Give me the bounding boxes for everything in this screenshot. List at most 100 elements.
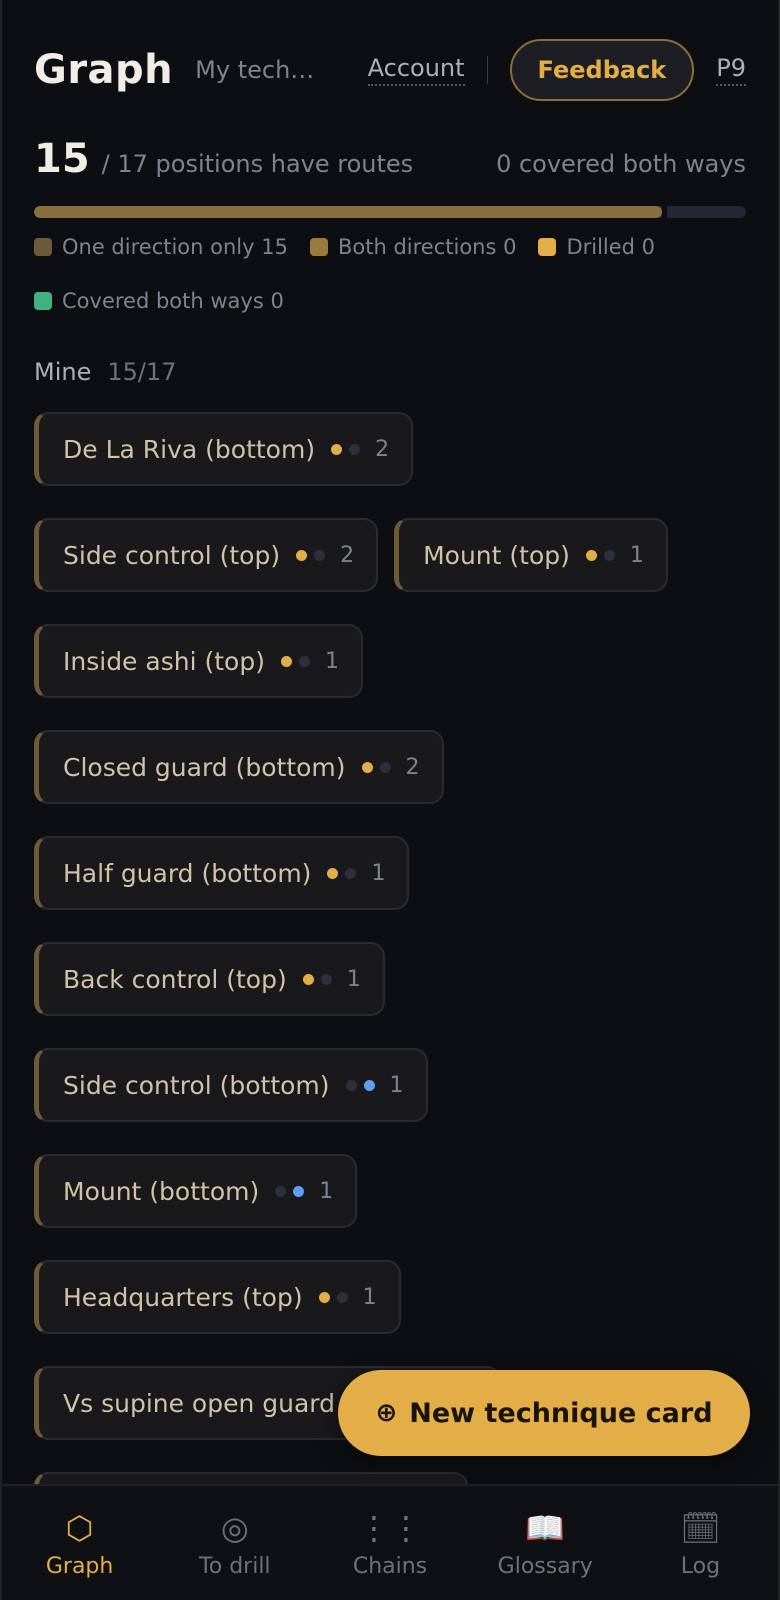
direction-dot-reverse xyxy=(293,1185,305,1197)
direction-dot-empty xyxy=(298,655,310,667)
direction-dots xyxy=(275,1185,311,1197)
section-count: 15/17 xyxy=(107,358,177,386)
route-count: 1 xyxy=(362,1284,377,1310)
legend-item: Covered both ways 0 xyxy=(34,286,284,316)
page-subtitle: My tech… xyxy=(195,56,315,84)
direction-dot-empty xyxy=(603,549,615,561)
position-chip[interactable]: Half guard (bottom) 1 xyxy=(34,836,410,910)
route-count: 1 xyxy=(319,1178,334,1204)
bottom-nav: ⬡ Graph ◎ To drill ⋮⋮ Chains 📖 Glossary 🗓 Log xyxy=(2,1484,778,1600)
route-count: 1 xyxy=(629,542,644,568)
new-technique-card-button[interactable]: ⊕ New technique card xyxy=(338,1370,750,1456)
progress-fill xyxy=(34,206,662,218)
legend-item: Both directions 0 xyxy=(309,232,517,262)
direction-dot-empty xyxy=(314,549,326,561)
position-chip-label: Back control (top) xyxy=(63,964,287,994)
direction-dots xyxy=(585,549,622,561)
nav-item-log[interactable]: 🗓 Log xyxy=(623,1486,778,1600)
legend: One direction only 15 Both directions 0 Dr… xyxy=(34,232,746,316)
route-count: 2 xyxy=(405,754,420,780)
fab-label: New technique card xyxy=(409,1397,713,1429)
coverage-stats: 15 / 17 positions have routes 0 covered … xyxy=(34,136,746,184)
coverage-progress-bar xyxy=(34,206,746,218)
legend-label: Drilled 0 xyxy=(566,235,656,259)
route-count: 1 xyxy=(371,860,386,886)
nav-item-to-drill[interactable]: ◎ To drill xyxy=(157,1486,312,1600)
nav-label: Chains xyxy=(352,1553,428,1579)
direction-dot-empty xyxy=(345,867,357,879)
position-chip-label: Side control (bottom) xyxy=(63,1070,330,1100)
position-chip[interactable]: Mount (top) 1 xyxy=(394,518,668,592)
direction-dot-empty xyxy=(336,1291,348,1303)
legend-label: Both directions 0 xyxy=(337,235,517,259)
direction-dot-forward xyxy=(280,655,292,667)
section-name: Mine xyxy=(34,358,92,386)
nav-label: Graph xyxy=(45,1553,114,1579)
nav-label: Log xyxy=(680,1553,721,1579)
route-count: 1 xyxy=(389,1072,404,1098)
route-count: 2 xyxy=(375,436,390,462)
position-chip-label: Inside ashi (top) xyxy=(63,646,265,676)
direction-dot-forward xyxy=(361,761,373,773)
direction-dots xyxy=(345,1079,382,1091)
direction-dot-forward xyxy=(296,549,308,561)
position-chip[interactable]: Side control (top) 2 xyxy=(34,518,379,592)
progress-gap xyxy=(661,206,667,218)
position-chip[interactable]: Closed guard (bottom) 2 xyxy=(34,730,444,804)
chains-icon: ⋮⋮ xyxy=(358,1508,422,1547)
direction-dots xyxy=(318,1291,355,1303)
direction-dot-forward xyxy=(327,867,339,879)
legend-item: One direction only 15 xyxy=(34,232,288,262)
position-chip-label: Headquarters (top) xyxy=(63,1282,303,1312)
position-chip[interactable]: Inside ashi (top) 1 xyxy=(34,624,363,698)
legend-swatch xyxy=(309,238,328,256)
hexagon-icon: ⬡ xyxy=(65,1508,94,1547)
direction-dot-empty xyxy=(349,443,361,455)
legend-label: One direction only 15 xyxy=(62,235,288,259)
direction-dots xyxy=(302,973,339,985)
profile-link[interactable]: P9 xyxy=(716,54,746,86)
direction-dot-forward xyxy=(585,549,597,561)
legend-swatch xyxy=(34,292,52,310)
book-icon: 📖 xyxy=(525,1508,566,1547)
route-count: 1 xyxy=(324,648,339,674)
direction-dot-forward xyxy=(302,973,314,985)
direction-dots xyxy=(280,655,317,667)
header-divider xyxy=(486,56,488,84)
direction-dot-forward xyxy=(331,443,343,455)
position-chip[interactable]: Headquarters (top) 1 xyxy=(34,1260,401,1334)
routes-count: 15 xyxy=(34,136,90,182)
route-count: 2 xyxy=(340,542,355,568)
account-link[interactable]: Account xyxy=(367,54,465,86)
nav-item-graph[interactable]: ⬡ Graph xyxy=(2,1486,157,1600)
legend-item: Drilled 0 xyxy=(538,232,655,262)
legend-swatch xyxy=(538,238,557,256)
header: Graph My tech… Account Feedback P9 xyxy=(34,39,746,101)
position-chip-label: Half guard (bottom) xyxy=(63,858,312,888)
direction-dots xyxy=(296,549,332,561)
section-header-mine: Mine 15/17 xyxy=(34,358,177,386)
position-chip[interactable]: Back control (top) 1 xyxy=(34,942,385,1016)
calendar-icon: 🗓 xyxy=(680,1508,721,1547)
position-chip-label: Closed guard (bottom) xyxy=(63,752,346,782)
direction-dot-forward xyxy=(318,1291,330,1303)
legend-swatch xyxy=(34,238,52,256)
target-icon: ◎ xyxy=(220,1508,249,1547)
position-chip[interactable]: Mount (bottom) 1 xyxy=(34,1154,358,1228)
position-chip-label: Side control (top) xyxy=(63,540,281,570)
feedback-button[interactable]: Feedback xyxy=(509,39,695,101)
routes-total-text: / 17 positions have routes xyxy=(101,150,414,178)
direction-dot-empty xyxy=(275,1185,287,1197)
page-title: Graph xyxy=(34,47,174,93)
nav-item-chains[interactable]: ⋮⋮ Chains xyxy=(312,1486,467,1600)
position-chip[interactable]: De La Riva (bottom) 2 xyxy=(34,412,414,486)
nav-item-glossary[interactable]: 📖 Glossary xyxy=(468,1486,623,1600)
direction-dot-empty xyxy=(345,1079,357,1091)
nav-label: To drill xyxy=(199,1553,271,1579)
nav-label: Glossary xyxy=(497,1553,593,1579)
direction-dot-empty xyxy=(379,761,391,773)
position-chip-label: De La Riva (bottom) xyxy=(63,434,316,464)
plus-circle-icon: ⊕ xyxy=(375,1398,398,1428)
position-chip[interactable]: Side control (bottom) 1 xyxy=(34,1048,428,1122)
legend-label: Covered both ways 0 xyxy=(62,289,284,313)
